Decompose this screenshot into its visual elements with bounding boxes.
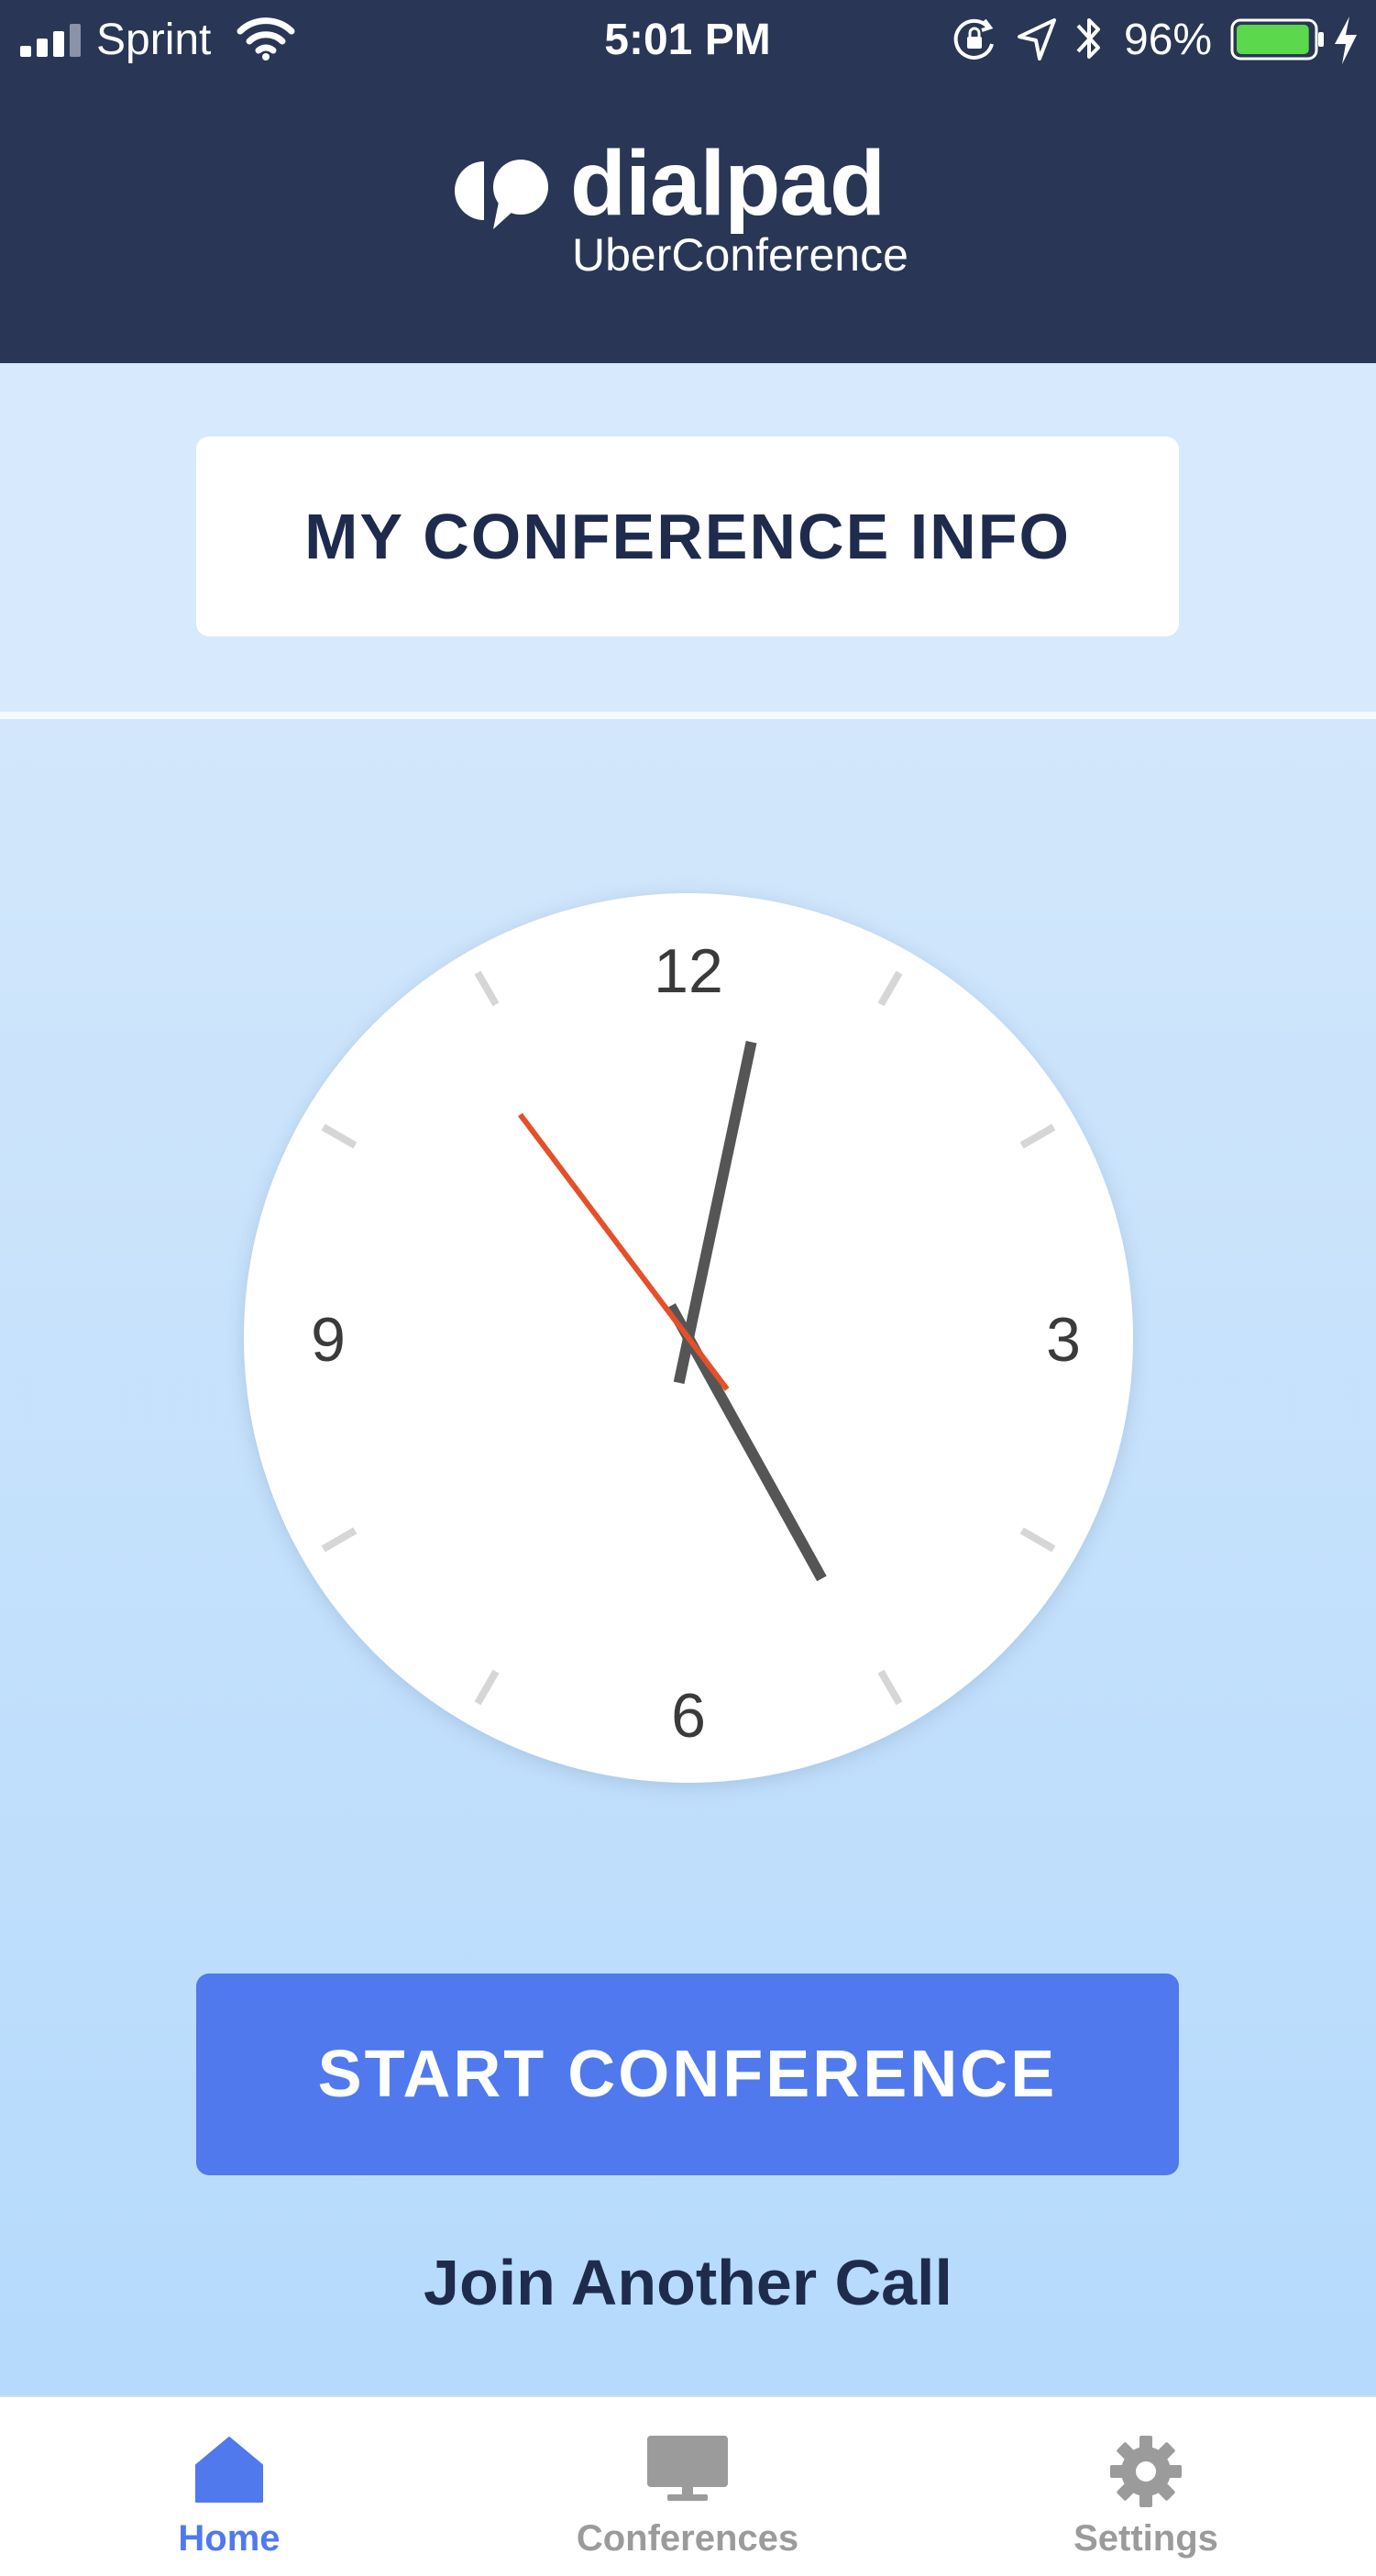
signal-icon [20, 24, 81, 57]
tab-bar: Home Conferences Settings [0, 2395, 1376, 2576]
bluetooth-icon [1076, 18, 1100, 59]
rotation-lock-icon [953, 18, 994, 60]
monitor-icon [647, 2436, 728, 2501]
tab-settings[interactable]: Settings [917, 2397, 1375, 2576]
my-conference-info-button[interactable]: MY CONFERENCE INFO [196, 437, 1179, 636]
analog-clock: 12 3 6 9 [244, 893, 1133, 1783]
battery-percent: 96% [1124, 16, 1213, 64]
charging-icon [1335, 17, 1357, 64]
brand-name: dialpad [570, 132, 886, 235]
tab-settings-label: Settings [1073, 2518, 1218, 2559]
clock-numeral-9: 9 [311, 1305, 346, 1375]
tab-home-label: Home [178, 2518, 281, 2559]
clock-numeral-6: 6 [671, 1681, 706, 1751]
gear-icon [1110, 2436, 1182, 2507]
join-another-call-link[interactable]: Join Another Call [0, 2241, 1376, 2324]
clock-numeral-3: 3 [1046, 1305, 1081, 1375]
wifi-icon [237, 17, 295, 61]
start-conference-button[interactable]: START CONFERENCE [196, 1973, 1179, 2175]
status-bar: Sprint 5:01 PM 96% [0, 0, 1376, 81]
status-time: 5:01 PM [604, 16, 771, 64]
clock-numeral-12: 12 [654, 936, 723, 1006]
dialpad-logo-icon [455, 160, 548, 229]
main-area: 12 3 6 9 START CONFERENCE Join Another C… [0, 719, 1376, 2395]
location-icon [1018, 18, 1056, 61]
battery-icon [1230, 18, 1324, 61]
tab-conferences-label: Conferences [576, 2518, 799, 2559]
product-name: UberConference [572, 229, 908, 281]
conference-info-section: MY CONFERENCE INFO [0, 363, 1376, 712]
home-icon [195, 2437, 263, 2503]
app-header: dialpad UberConference [0, 81, 1376, 363]
tab-home[interactable]: Home [0, 2397, 458, 2576]
carrier-name: Sprint [96, 16, 212, 64]
tab-conferences[interactable]: Conferences [458, 2397, 917, 2576]
section-divider [0, 712, 1376, 719]
